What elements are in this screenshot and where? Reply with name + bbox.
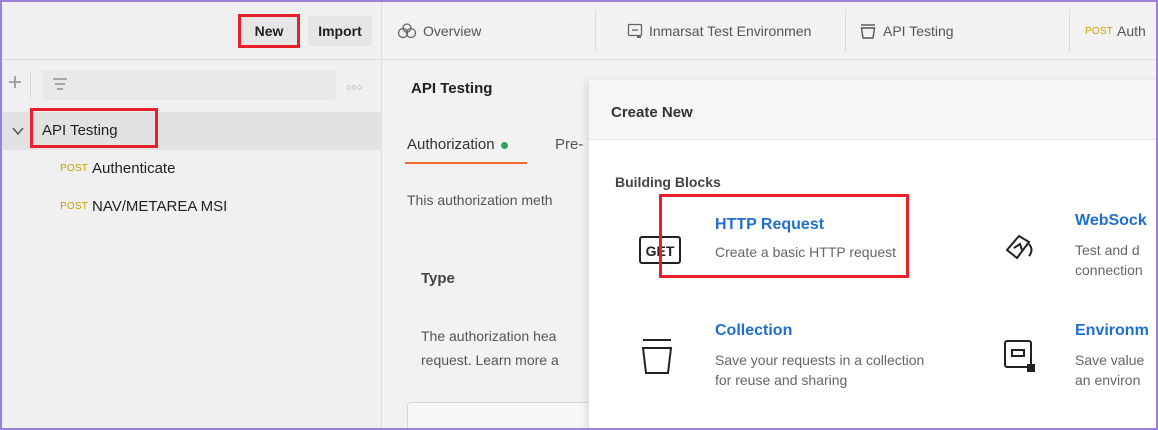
collection-icon — [860, 24, 876, 39]
collection-option[interactable]: Collection Save your requests in a colle… — [589, 310, 989, 400]
app-window: New Import + ○○○ API Testing POST Authen… — [2, 2, 1156, 428]
status-dot-icon — [500, 141, 508, 149]
environment-icon — [627, 23, 643, 38]
import-button[interactable]: Import — [308, 16, 372, 46]
new-button[interactable]: New — [240, 16, 298, 46]
block-description: for reuse and sharing — [715, 372, 848, 388]
request-name: Authenticate — [92, 159, 176, 177]
request-name: NAV/METAREA MSI — [92, 197, 228, 215]
tab-divider — [845, 10, 846, 52]
block-description: Save your requests in a collection — [715, 352, 925, 368]
tab-divider — [1069, 10, 1070, 52]
svg-text:GET: GET — [646, 243, 675, 259]
modal-title: Create New — [611, 104, 693, 121]
tab-label: API Testing — [883, 23, 954, 39]
toolbar-divider — [30, 72, 31, 98]
tab-label: Auth — [1117, 23, 1146, 39]
page-title: API Testing — [411, 80, 493, 97]
block-description: Test and d — [1075, 242, 1140, 258]
block-description: connection — [1075, 262, 1143, 278]
auth-header-line: request. Learn more a — [421, 352, 559, 368]
auth-header-text: The authorization hea request. Learn mor… — [421, 324, 559, 372]
active-tab-indicator — [405, 162, 527, 164]
environment-option[interactable]: Environm Save value an environ — [989, 310, 1156, 400]
modal-header: Create New — [589, 80, 1156, 140]
block-title: WebSock — [1075, 212, 1147, 229]
tab-divider — [595, 10, 596, 52]
method-badge: POST — [60, 162, 89, 174]
chevron-down-icon[interactable] — [12, 125, 24, 137]
websocket-option[interactable]: WebSock Test and d connection — [989, 200, 1156, 290]
tab-environment[interactable]: Inmarsat Test Environmen — [627, 2, 837, 60]
filter-icon — [53, 78, 67, 90]
environment-icon — [1003, 338, 1037, 379]
tab-pre-request[interactable]: Pre- — [555, 136, 583, 153]
block-description: Create a basic HTTP request — [715, 244, 897, 260]
block-description: Save value — [1075, 352, 1145, 368]
method-badge: POST — [60, 200, 89, 212]
collection-label: API Testing — [42, 122, 118, 139]
collection-item-api-testing[interactable]: API Testing — [2, 112, 382, 150]
http-request-option[interactable]: GET HTTP Request Create a basic HTTP req… — [589, 200, 919, 280]
overview-icon — [397, 23, 417, 39]
tab-label: Inmarsat Test Environmen — [649, 23, 812, 39]
section-label: Building Blocks — [615, 174, 721, 190]
sidebar: New Import + ○○○ API Testing POST Authen… — [2, 2, 382, 428]
block-description: an environ — [1075, 372, 1141, 388]
request-item[interactable]: POST NAV/METAREA MSI — [60, 195, 227, 217]
type-select[interactable] — [407, 402, 597, 428]
auth-description: This authorization meth — [407, 192, 553, 208]
block-title: HTTP Request — [715, 216, 825, 233]
websocket-icon — [1001, 230, 1037, 269]
more-options-icon[interactable]: ○○○ — [346, 82, 362, 92]
tab-label: Overview — [423, 23, 482, 39]
block-title: Environm — [1075, 322, 1149, 339]
get-icon: GET — [639, 234, 681, 271]
tab-authorization[interactable]: Authorization — [407, 136, 508, 153]
create-new-modal: Create New Building Blocks GET HTTP Requ… — [589, 80, 1156, 428]
method-badge: POST — [1085, 25, 1114, 37]
tab-label: Authorization — [407, 136, 495, 153]
filter-input[interactable] — [42, 70, 336, 100]
auth-header-line: The authorization hea — [421, 328, 557, 344]
collection-icon — [639, 336, 675, 381]
sidebar-toolbar: + ○○○ — [2, 60, 382, 112]
plus-icon[interactable]: + — [8, 71, 28, 96]
tab-bar: Overview Inmarsat Test Environmen API Te… — [383, 2, 1156, 60]
sidebar-header: New Import — [2, 2, 382, 60]
request-item[interactable]: POST Authenticate — [60, 157, 175, 179]
tab-overview[interactable]: Overview — [397, 2, 481, 60]
tab-authenticate[interactable]: POST Auth — [1085, 2, 1146, 60]
tab-api-testing[interactable]: API Testing — [859, 2, 954, 60]
block-title: Collection — [715, 322, 793, 339]
type-label: Type — [421, 270, 455, 287]
